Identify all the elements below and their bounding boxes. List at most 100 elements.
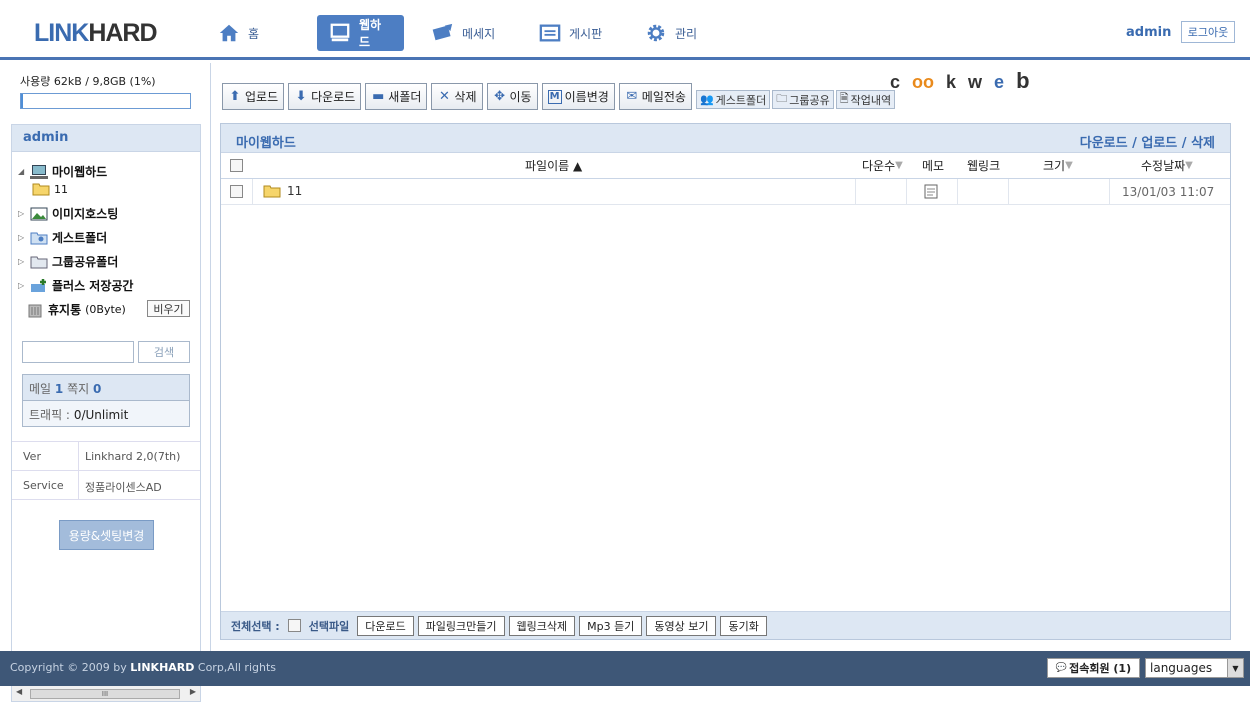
scroll-thumb[interactable]: III [30,689,180,699]
nav-admin[interactable]: 관리 [633,15,709,51]
guest-icon: 👥 [699,93,714,106]
horizontal-scrollbar[interactable]: ◀ III ▶ [12,685,200,701]
online-members-button[interactable]: 💬 접속회원 (1) [1047,658,1140,678]
collapse-arrow-icon[interactable]: ◢ [18,167,26,176]
col-downloads[interactable]: 다운수 ▼ [862,157,903,174]
folder-tree-panel: admin ◢ 마이웹하드 11 ▷ 이미지호스팅 ▷ 게스트폴더 ▷ 그룹공유… [11,124,201,702]
footer-sync-button[interactable]: 동기화 [720,615,767,636]
traffic-row: 트래픽 : 0/Unlimit [29,408,129,422]
expand-arrow-icon[interactable]: ▷ [18,257,26,266]
guest-folder-icon [30,232,48,244]
delete-button[interactable]: ✕ 삭제 [431,83,483,110]
tree-item-group-folder[interactable]: ▷ 그룹공유폴더 [18,253,118,270]
expand-arrow-icon[interactable]: ▷ [18,233,26,242]
file-panel: 마이웹하드 다운로드 / 업로드 / 삭제 파일이름 ▲ 다운수 ▼ 메모 웹링크… [220,123,1231,640]
usage-bar-fill [21,94,23,108]
tree-item-my-webhard[interactable]: ◢ 마이웹하드 [18,163,107,180]
rename-icon: M [547,89,562,104]
usage-bar [20,93,191,109]
logo[interactable]: LINKHARD [34,19,158,48]
move-button[interactable]: ✥ 이동 [486,83,538,110]
chat-icon: 💬 [1055,663,1068,673]
new-folder-button[interactable]: ▬ 새폴더 [365,83,428,110]
scroll-left-icon[interactable]: ◀ [16,687,22,696]
tree-item-trash[interactable]: 휴지통 (0Byte) [26,301,126,318]
footer-delete-link-button[interactable]: 웹링크삭제 [508,615,576,636]
download-button[interactable]: ⬇ 다운로드 [288,83,362,110]
group-icon: 🗀 [776,92,788,105]
chevron-down-icon[interactable]: ▼ [1227,659,1243,677]
sort-icon: ▼ [895,160,903,171]
search-button[interactable]: 검색 [138,341,190,363]
plus-storage-icon [31,278,46,292]
languages-select[interactable]: languages ▼ [1145,658,1244,678]
nav-board[interactable]: 게시판 [527,15,614,51]
footer-make-link-button[interactable]: 파일링크만들기 [417,615,505,636]
username: admin [1126,25,1172,40]
col-size[interactable]: 크기 ▼ [1043,157,1073,174]
expand-arrow-icon[interactable]: ▷ [18,209,26,218]
group-folder-icon [30,256,48,268]
folder-icon: ▬ [372,89,385,104]
footer-mp3-button[interactable]: Mp3 듣기 [579,615,643,636]
row-modified: 13/01/03 11:07 [1122,185,1215,199]
top-bar: LINKHARD 홈 웹하드 메세지 게시판 관리 admin 로그아웃 [0,0,1250,60]
col-name[interactable]: 파일이름 ▲ [525,157,582,174]
change-settings-button[interactable]: 용량&셋팅변경 [59,520,154,550]
memo-icon[interactable] [924,184,938,199]
table-row[interactable]: 11 13/01/03 11:07 [221,179,1230,205]
delete-icon: ✕ [438,89,450,104]
upload-button[interactable]: ⬆ 업로드 [222,83,285,110]
version-row: Ver Linkhard 2,0(7th) [12,442,200,471]
up-arrow-icon: ⬆ [229,89,241,104]
logout-button[interactable]: 로그아웃 [1181,21,1235,43]
col-weblink: 웹링크 [967,159,1001,173]
guest-folder-button[interactable]: 👥 게스트폴더 [695,90,771,109]
board-icon [539,24,561,42]
folder-icon [32,183,50,196]
version-table: Ver Linkhard 2,0(7th) Service 정품라이센스AD [12,441,200,500]
empty-trash-button[interactable]: 비우기 [147,300,190,317]
trash-icon [28,304,42,317]
nav-webhard[interactable]: 웹하드 [317,15,404,51]
move-icon: ✥ [494,89,505,104]
footer-video-button[interactable]: 동영상 보기 [646,615,717,636]
history-button[interactable]: 🗎 작업내역 [835,90,896,109]
expand-arrow-icon[interactable]: ▷ [18,281,26,290]
search-input[interactable] [22,341,134,363]
tree-item-plus-storage[interactable]: ▷ 플러스 저장공간 [18,277,133,294]
message-icon [432,23,453,41]
cookweb-logo[interactable]: coo kweb [890,68,1042,94]
nav-home[interactable]: 홈 [206,15,271,51]
tree-item-image-hosting[interactable]: ▷ 이미지호스팅 [18,205,118,222]
sort-icon: ▼ [1185,160,1193,171]
toolbar: ⬆ 업로드 ⬇ 다운로드 ▬ 새폴더 ✕ 삭제 ✥ 이동 M 이름변경 ✉ 메일전송 👥 게스트… [222,83,896,110]
mail-note-row[interactable]: 메일 1 쪽지 0 [23,375,189,401]
row-checkbox[interactable] [230,185,243,198]
computer-icon [30,164,48,179]
table-header: 파일이름 ▲ 다운수 ▼ 메모 웹링크 크기 ▼ 수정날짜 ▼ [221,153,1230,179]
mail-send-button[interactable]: ✉ 메일전송 [618,83,692,110]
gear-icon [647,24,665,42]
tree-title: admin [12,125,200,152]
footer-download-button[interactable]: 다운로드 [357,615,414,636]
rename-button[interactable]: M 이름변경 [541,83,615,110]
left-pane: 사용량 62kB / 9,8GB (1%) admin ◢ 마이웹하드 11 ▷… [0,63,211,702]
footer-select-all-checkbox[interactable] [287,619,301,632]
row-name[interactable]: 11 [263,183,302,199]
nav-message[interactable]: 메세지 [420,15,507,51]
document-icon: 🗎 [839,92,849,105]
info-box: 메일 1 쪽지 0 트래픽 : 0/Unlimit [22,374,190,427]
select-all-checkbox[interactable] [230,159,243,172]
usage-text: 사용량 62kB / 9,8GB (1%) [20,75,156,88]
tree-item-folder-11[interactable]: 11 [32,181,68,197]
panel-footer: 전체선택 : 선택파일 다운로드 파일링크만들기 웹링크삭제 Mp3 듣기 동영… [221,611,1230,639]
panel-title: 마이웹하드 [236,136,296,151]
group-share-button[interactable]: 🗀 그룹공유 [772,90,834,109]
col-modified[interactable]: 수정날짜 ▼ [1141,157,1193,174]
panel-links[interactable]: 다운로드 / 업로드 / 삭제 [1080,132,1215,151]
panel-header: 마이웹하드 다운로드 / 업로드 / 삭제 [221,124,1230,153]
scroll-right-icon[interactable]: ▶ [190,687,196,696]
image-icon [30,207,48,220]
tree-item-guest-folder[interactable]: ▷ 게스트폴더 [18,229,107,246]
